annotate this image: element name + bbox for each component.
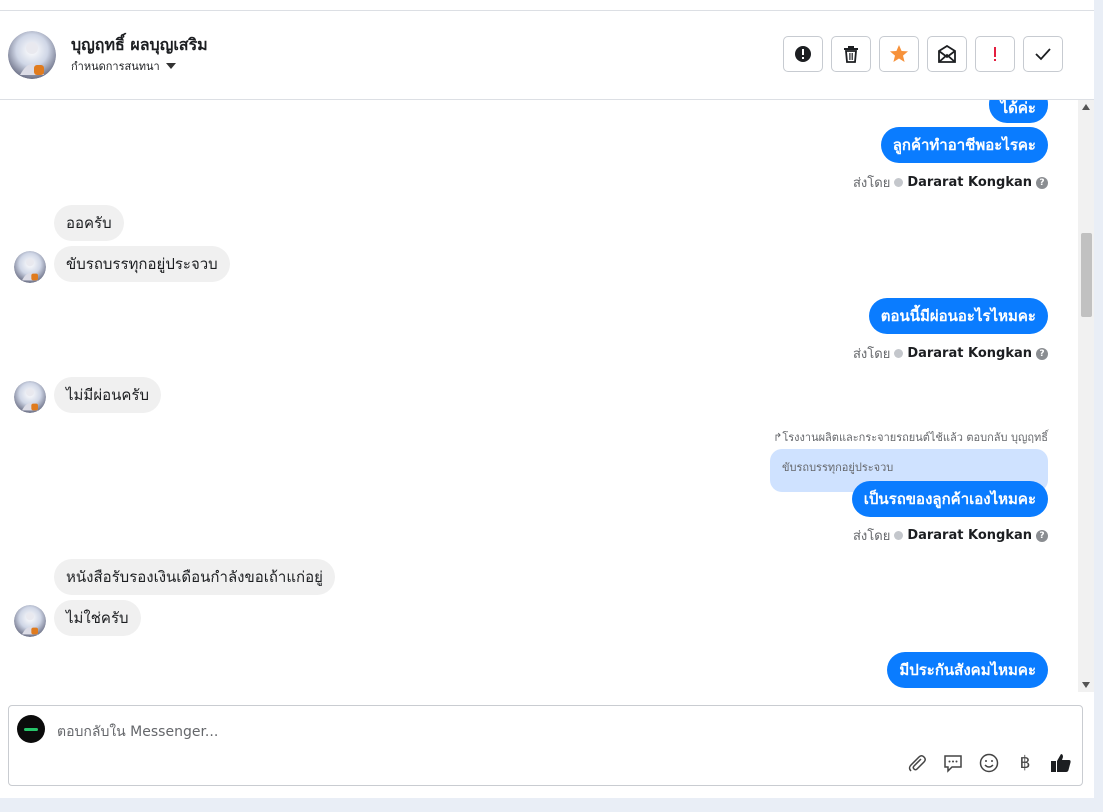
scroll-up-arrow-icon[interactable]	[1082, 104, 1090, 110]
emoji-icon[interactable]	[978, 752, 1000, 774]
sent-by-label: ส่งโดย Dararat Kongkan ?	[853, 172, 1048, 193]
help-icon[interactable]: ?	[1036, 529, 1048, 542]
done-button[interactable]	[1023, 36, 1063, 72]
paperclip-icon[interactable]	[906, 752, 928, 774]
reply-arrow-icon: ↱	[773, 431, 783, 444]
check-circle-icon	[894, 531, 904, 540]
scrollbar-thumb[interactable]	[1081, 233, 1092, 317]
contact-name: บุญฤทธิ์ ผลบุญเสริม	[71, 35, 208, 54]
agent-name: Dararat Kongkan	[907, 175, 1032, 190]
reply-composer[interactable]: ตอบกลับใน Messenger... ฿	[8, 705, 1083, 786]
outgoing-message[interactable]: ตอนนี้มีผ่อนอะไรไหมคะ	[868, 298, 1048, 334]
incoming-message[interactable]: หนังสือรับรองเงินเดือนกำลังขอเถ้าแก่อยู่	[54, 559, 335, 595]
delete-button[interactable]	[831, 36, 871, 72]
scroll-down-arrow-icon[interactable]	[1082, 682, 1090, 688]
caret-down-icon	[165, 63, 176, 69]
contact-avatar-small	[14, 381, 46, 413]
envelope-icon	[938, 45, 956, 63]
reply-input[interactable]: ตอบกลับใน Messenger...	[57, 721, 218, 743]
baht-icon[interactable]: ฿	[1014, 752, 1036, 774]
conversation-header: บุญฤทธิ์ ผลบุญเสริม กำหนดการสนทนา	[0, 11, 1094, 100]
assign-conversation-dropdown[interactable]: กำหนดการสนทนา	[71, 57, 176, 75]
star-button[interactable]	[879, 36, 919, 72]
message-thread[interactable]: ได้ค่ะ ลูกค้าทำอาชีพอะไรคะ ส่งโดย Darara…	[0, 100, 1078, 692]
sent-by-prefix: ส่งโดย	[852, 176, 891, 191]
mark-unread-button[interactable]	[927, 36, 967, 72]
sent-by-prefix: ส่งโดย	[852, 529, 891, 544]
sent-by-label: ส่งโดย Dararat Kongkan ?	[853, 525, 1048, 546]
outgoing-message[interactable]: ลูกค้าทำอาชีพอะไรคะ	[880, 127, 1048, 163]
star-icon	[890, 45, 908, 62]
messenger-inbox-app: บุญฤทธิ์ ผลบุญเสริม กำหนดการสนทนา ได้ค่ะ…	[0, 0, 1103, 812]
assign-label: กำหนดการสนทนา	[71, 60, 160, 73]
outgoing-message[interactable]: มีประกันสังคมไหมคะ	[887, 652, 1048, 688]
agent-name: Dararat Kongkan	[907, 528, 1032, 543]
check-circle-icon	[894, 349, 904, 358]
help-icon[interactable]: ?	[1036, 347, 1048, 360]
composer-tools: ฿	[906, 752, 1072, 774]
reply-note-text: โรงงานผลิตและกระจายรถยนต์ไช้แล้ว ตอบกลับ…	[782, 431, 1048, 444]
thumbs-up-icon[interactable]	[1050, 752, 1072, 774]
follow-up-button[interactable]	[975, 36, 1015, 72]
outgoing-message[interactable]: เป็นรถของลูกค้าเองไหมคะ	[851, 481, 1048, 517]
conversation-panel: บุญฤทธิ์ ผลบุญเสริม กำหนดการสนทนา ได้ค่ะ…	[0, 0, 1094, 798]
help-icon[interactable]: ?	[1036, 176, 1048, 189]
contact-avatar[interactable]	[8, 31, 56, 79]
page-avatar	[17, 715, 45, 743]
scrollbar[interactable]	[1078, 100, 1094, 692]
saved-reply-icon[interactable]	[942, 752, 964, 774]
incoming-message[interactable]: ไม่มีผ่อนครับ	[54, 377, 161, 413]
exclamation-icon	[994, 47, 996, 61]
spam-button[interactable]	[783, 36, 823, 72]
sent-by-prefix: ส่งโดย	[852, 347, 891, 362]
outgoing-message[interactable]: ได้ค่ะ	[988, 100, 1048, 123]
reply-context: ↱โรงงานผลิตและกระจายรถยนต์ไช้แล้ว ตอบกลั…	[773, 428, 1048, 446]
check-circle-icon	[894, 178, 904, 187]
exclamation-circle-icon	[795, 46, 811, 62]
contact-avatar-small	[14, 251, 46, 283]
check-icon	[1035, 48, 1051, 61]
incoming-message[interactable]: ขับรถบรรทุกอยู่ประจวบ	[54, 246, 230, 282]
sent-by-label: ส่งโดย Dararat Kongkan ?	[853, 343, 1048, 364]
contact-avatar-small	[14, 605, 46, 637]
agent-name: Dararat Kongkan	[907, 346, 1032, 361]
header-actions	[783, 36, 1063, 72]
incoming-message[interactable]: ออครับ	[54, 205, 124, 241]
trash-icon	[844, 46, 858, 63]
incoming-message[interactable]: ไม่ใช่ครับ	[54, 600, 141, 636]
